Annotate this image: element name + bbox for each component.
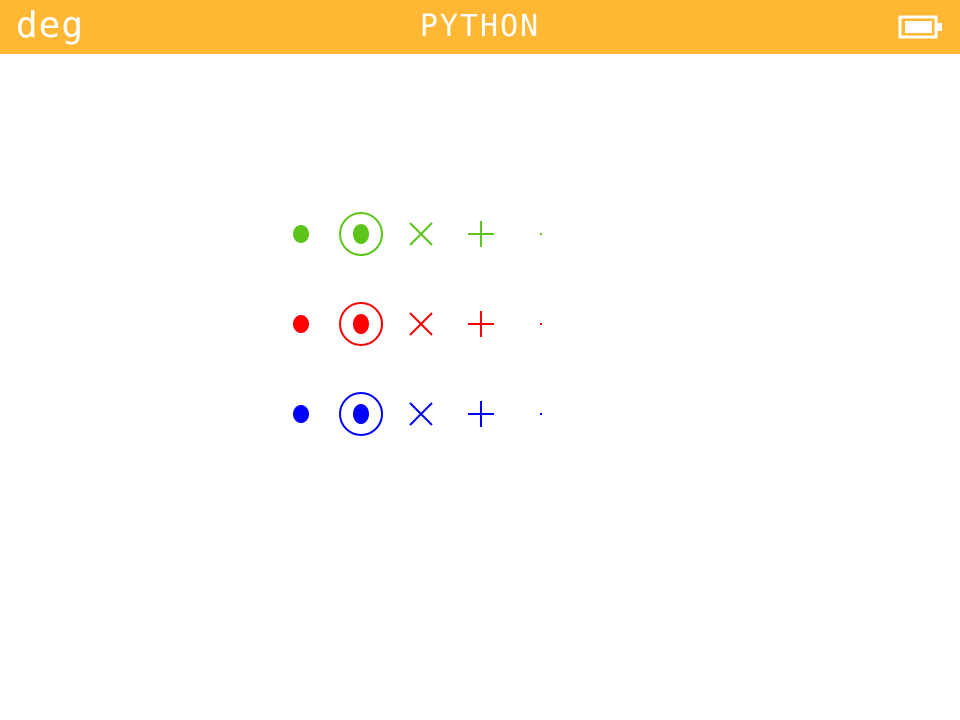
green-x-marker: [409, 222, 433, 246]
green-plus-marker: [468, 221, 494, 247]
blue-point-marker: [293, 405, 309, 423]
graphics-canvas: [0, 54, 960, 720]
red-circle-dot-marker: [339, 302, 383, 346]
blue-x-marker: [409, 402, 433, 426]
app-title: PYTHON: [419, 9, 541, 44]
red-plus-marker: [468, 311, 494, 337]
red-circle-center-dot: [353, 314, 369, 334]
blue-pixel-marker: [540, 413, 542, 415]
green-circle-center-dot: [353, 224, 369, 244]
green-pixel-marker: [540, 233, 542, 235]
green-circle-dot-marker: [339, 212, 383, 256]
green-point-marker: [293, 225, 309, 243]
battery-full-icon: [898, 15, 942, 39]
blue-circle-dot-marker: [339, 392, 383, 436]
blue-plus-marker: [468, 401, 494, 427]
marker-grid: [293, 212, 542, 436]
red-pixel-marker: [540, 323, 542, 325]
red-point-marker: [293, 315, 309, 333]
status-bar: deg PYTHON: [0, 0, 960, 54]
red-x-marker: [409, 312, 433, 336]
blue-circle-center-dot: [353, 404, 369, 424]
